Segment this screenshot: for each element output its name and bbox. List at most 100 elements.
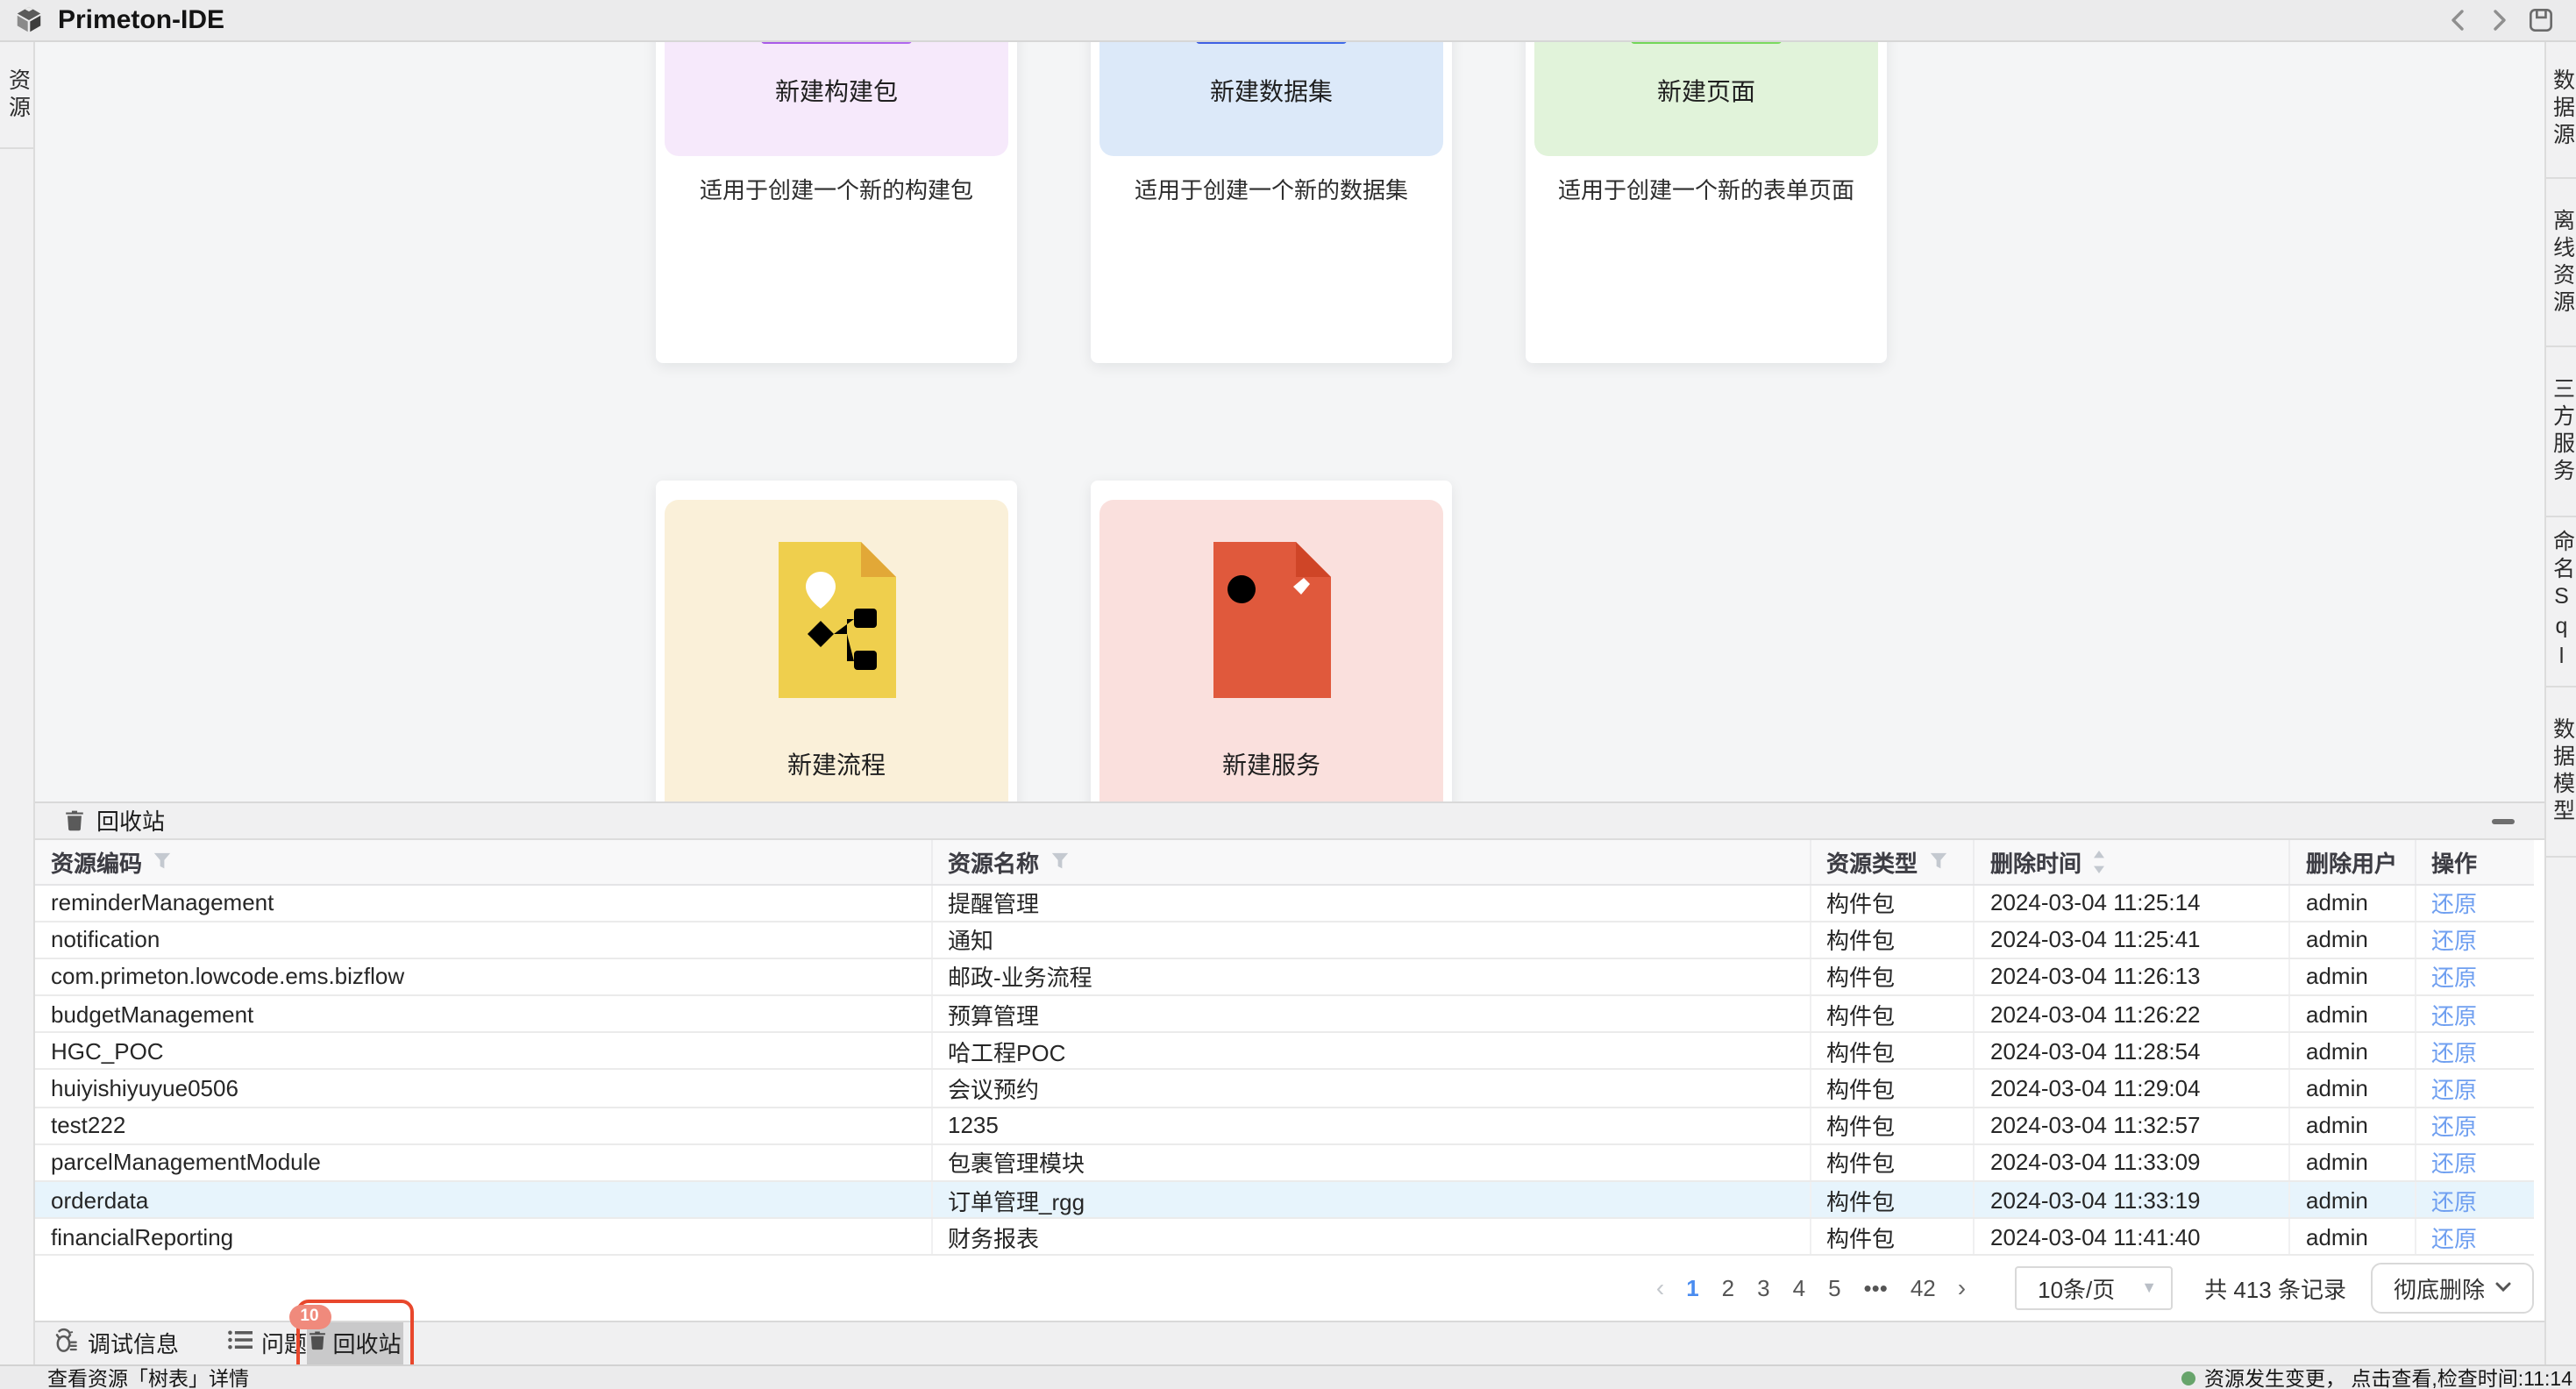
table-row[interactable]: orderdata订单管理_rgg构件包2024-03-04 11:33:19a… [35,1182,2534,1219]
page-ellipsis[interactable]: ••• [1864,1275,1888,1301]
problems-button[interactable]: 问题 [228,1327,307,1360]
bottom-toolbar: 调试信息 问题 10 回收站 [35,1320,2544,1364]
page-number-4[interactable]: 4 [1793,1275,1805,1301]
pagination-bar: ‹ 12345•••42 › 10条/页 ▼ 共 413 条记录 彻底删除 [35,1257,2534,1320]
page-number-2[interactable]: 2 [1722,1275,1734,1301]
problems-label: 问题 [261,1327,307,1360]
right-rail-item-0[interactable]: 数据源 [2546,42,2576,179]
cell-code: orderdata [35,1182,932,1217]
recycle-tab-label: 回收站 [332,1327,401,1360]
cell-user: admin [2290,1182,2416,1217]
right-rail-item-1[interactable]: 离线资源 [2546,179,2576,347]
primeton-ide-window: Primeton-IDE 资源 数据源离线资源三方服务命名Sql数据模型 新建构… [0,0,2576,1389]
restore-link[interactable]: 还原 [2431,1221,2477,1254]
prev-page-icon[interactable]: ‹ [1656,1274,1664,1302]
table-row[interactable]: HGC_POC哈工程POC构件包2024-03-04 11:28:54admin… [35,1034,2534,1071]
restore-link[interactable]: 还原 [2431,960,2477,994]
cube-plus-icon [761,42,912,44]
cell-user: admin [2290,1145,2416,1180]
table-row[interactable]: budgetManagement预算管理构件包2024-03-04 11:26:… [35,996,2534,1033]
nav-back-icon[interactable] [2444,8,2469,32]
filter-icon[interactable] [1050,852,1069,870]
restore-link[interactable]: 还原 [2431,1146,2477,1179]
create-card-page[interactable]: 新建页面适用于创建一个新的表单页面 [1526,42,1887,363]
cell-time: 2024-03-04 11:28:54 [1975,1034,2290,1069]
cell-time: 2024-03-04 11:29:04 [1975,1071,2290,1106]
nav-forward-icon[interactable] [2487,8,2511,32]
cell-type: 构件包 [1811,1219,1975,1254]
minimize-panel-button[interactable] [2492,818,2515,824]
cell-time: 2024-03-04 11:33:09 [1975,1145,2290,1180]
column-label: 操作 [2431,844,2477,878]
cell-name: 财务报表 [932,1219,1811,1254]
column-header-4: 删除用户 [2290,839,2416,883]
status-resource-detail[interactable]: 查看资源「树表」详情 [47,1364,249,1389]
right-rail-item-2[interactable]: 三方服务 [2546,347,2576,517]
next-page-icon[interactable]: › [1958,1274,1966,1302]
permanent-delete-button[interactable]: 彻底删除 [2371,1263,2534,1314]
table-row[interactable]: huiyishiyuyue0506会议预约构件包2024-03-04 11:29… [35,1071,2534,1108]
card-title: 新建页面 [1526,74,1887,109]
table-row[interactable]: notification通知构件包2024-03-04 11:25:41admi… [35,922,2534,958]
cell-type: 构件包 [1811,885,1975,920]
cell-code: HGC_POC [35,1034,932,1069]
table-row[interactable]: reminderManagement提醒管理构件包2024-03-04 11:2… [35,885,2534,922]
table-row[interactable]: test2221235构件包2024-03-04 11:32:57admin还原 [35,1108,2534,1144]
card-title: 新建服务 [1091,747,1452,782]
restore-link[interactable]: 还原 [2431,997,2477,1030]
card-title: 新建数据集 [1091,74,1452,109]
create-card-tools[interactable]: 新建服务 [1091,481,1452,801]
cell-type: 构件包 [1811,959,1975,994]
page-number-5[interactable]: 5 [1828,1275,1840,1301]
page-number-42[interactable]: 42 [1911,1275,1936,1301]
restore-link[interactable]: 还原 [2431,1035,2477,1068]
create-card-cube-plus[interactable]: 新建构建包适用于创建一个新的构建包 [656,42,1017,363]
trash-icon [65,808,84,831]
right-rail: 数据源离线资源三方服务命名Sql数据模型 [2544,42,2576,1364]
right-rail-item-4[interactable]: 数据模型 [2546,687,2576,858]
table-row[interactable]: parcelManagementModule包裹管理模块构件包2024-03-0… [35,1145,2534,1182]
cell-type: 构件包 [1811,996,1975,1031]
save-icon[interactable] [2529,8,2553,32]
page-icon [1631,42,1782,44]
cell-user: admin [2290,922,2416,957]
page-number-3[interactable]: 3 [1757,1275,1769,1301]
create-card-flow[interactable]: 新建流程 [656,481,1017,801]
cell-name: 邮政-业务流程 [932,959,1811,994]
restore-link[interactable]: 还原 [2431,1072,2477,1105]
cell-type: 构件包 [1811,1071,1975,1106]
rail-item-label: 三方服务 [2551,377,2572,486]
column-label: 资源名称 [948,844,1039,878]
restore-link[interactable]: 还原 [2431,1108,2477,1142]
column-header-5: 操作 [2416,839,2534,883]
filter-icon[interactable] [1928,852,1947,870]
cell-code: huiyishiyuyue0506 [35,1071,932,1106]
cell-user: admin [2290,996,2416,1031]
page-size-select[interactable]: 10条/页 ▼ [2015,1266,2173,1310]
create-card-database[interactable]: 新建数据集适用于创建一个新的数据集 [1091,42,1452,363]
status-change-notice[interactable]: 资源发生变更， 点击查看,检查时间:11:14 [2181,1364,2572,1389]
right-rail-item-3[interactable]: 命名Sql [2546,517,2576,687]
cell-action: 还原 [2416,922,2534,957]
green-dot-icon [2181,1371,2195,1385]
restore-link[interactable]: 还原 [2431,1183,2477,1216]
rail-item-label: 离线资源 [2551,208,2572,317]
restore-link[interactable]: 还原 [2431,886,2477,919]
cell-action: 还原 [2416,1071,2534,1106]
debug-info-button[interactable]: 调试信息 [53,1327,179,1360]
restore-link[interactable]: 还原 [2431,923,2477,957]
card-description: 适用于创建一个新的构建包 [656,172,1017,205]
rail-item-label: 数据源 [2551,69,2572,151]
cell-user: admin [2290,1108,2416,1143]
status-change-text: 资源发生变更， 点击查看,检查时间:11:14 [2204,1364,2572,1389]
page-number-1[interactable]: 1 [1686,1275,1698,1301]
sidebar-item-resources[interactable]: 资源 [0,42,33,149]
cell-name: 通知 [932,922,1811,957]
cell-user: admin [2290,1219,2416,1254]
filter-icon[interactable] [153,852,172,870]
sort-icon[interactable] [2092,848,2106,874]
cell-time: 2024-03-04 11:25:14 [1975,885,2290,920]
table-row[interactable]: com.primeton.lowcode.ems.bizflow邮政-业务流程构… [35,959,2534,996]
table-row[interactable]: financialReporting财务报表构件包2024-03-04 11:4… [35,1219,2534,1256]
cell-user: admin [2290,885,2416,920]
